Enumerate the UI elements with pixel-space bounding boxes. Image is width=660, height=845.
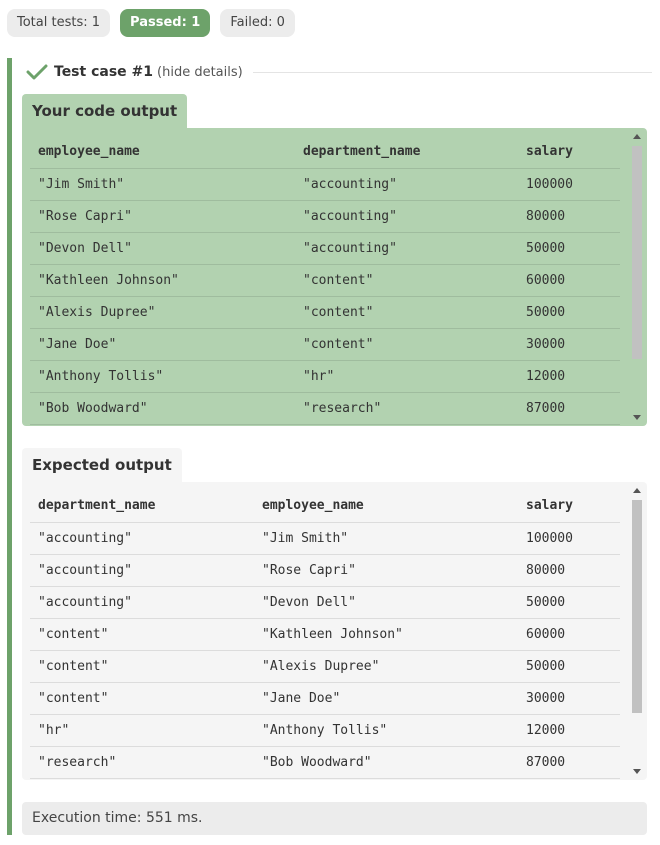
table-cell: "Anthony Tollis": [262, 723, 388, 738]
table-cell: "accounting": [303, 241, 397, 256]
expected-output-table: department_name employee_name salary "accou…: [30, 490, 620, 779]
your-output-scrollbar[interactable]: [631, 130, 643, 424]
table-cell: 100000: [526, 177, 573, 192]
table-cell: "research": [303, 401, 382, 416]
header-divider: [252, 71, 652, 73]
table-row: "Alexis Dupree" "content" 50000: [30, 297, 620, 329]
table-cell: "Kathleen Johnson": [262, 627, 403, 642]
table-row: "Kathleen Johnson" "content" 60000: [30, 265, 620, 297]
table-cell: "content": [303, 273, 374, 288]
table-row: "content" "Jane Doe" 30000: [30, 683, 620, 715]
column-header: department_name: [38, 498, 156, 513]
table-cell: "accounting": [303, 209, 397, 224]
scroll-thumb[interactable]: [632, 500, 642, 713]
table-row: "Jim Smith" "accounting" 100000: [30, 169, 620, 201]
table-row: "accounting" "Rose Capri" 80000: [30, 555, 620, 587]
table-cell: "Bob Woodward": [38, 401, 148, 416]
table-cell: "Alexis Dupree": [262, 659, 380, 674]
failed-tests-badge[interactable]: Failed: 0: [220, 9, 295, 37]
table-cell: "accounting": [38, 531, 132, 546]
table-row: "accounting" "Devon Dell" 50000: [30, 587, 620, 619]
table-cell: 80000: [526, 209, 566, 224]
table-cell: "Devon Dell": [262, 595, 356, 610]
passed-tests-badge[interactable]: Passed: 1: [120, 9, 211, 37]
table-cell: "Jane Doe": [262, 691, 341, 706]
column-header: employee_name: [38, 144, 140, 159]
test-case-header: Test case #1 (hide details): [26, 61, 652, 83]
test-case-panel: Test case #1 (hide details) Your code ou…: [7, 58, 652, 835]
test-case-title: Test case #1: [54, 64, 154, 80]
table-row: "Bob Woodward" "research" 87000: [30, 393, 620, 425]
execution-time: Execution time: 551 ms.: [22, 802, 647, 835]
table-cell: "Bob Woodward": [262, 755, 372, 770]
table-row: "Anthony Tollis" "hr" 12000: [30, 361, 620, 393]
table-row: "hr" "Anthony Tollis" 12000: [30, 715, 620, 747]
table-row: "Devon Dell" "accounting" 50000: [30, 233, 620, 265]
your-output-panel: employee_name department_name salary "Jim S…: [22, 128, 647, 426]
table-cell: "Rose Capri": [262, 563, 356, 578]
expected-output-tab: Expected output: [22, 448, 182, 482]
table-cell: 50000: [526, 659, 566, 674]
table-cell: "Alexis Dupree": [38, 305, 156, 320]
table-cell: 80000: [526, 563, 566, 578]
table-cell: 60000: [526, 273, 566, 288]
scroll-thumb[interactable]: [632, 146, 642, 359]
table-cell: "Jane Doe": [38, 337, 117, 352]
scroll-down-icon[interactable]: [633, 415, 641, 420]
table-cell: "content": [38, 691, 109, 706]
column-header: salary: [526, 498, 573, 513]
table-cell: 60000: [526, 627, 566, 642]
your-output-table: employee_name department_name salary "Jim S…: [30, 136, 620, 425]
table-cell: 12000: [526, 369, 566, 384]
table-cell: "accounting": [38, 595, 132, 610]
column-header: employee_name: [262, 498, 364, 513]
table-cell: 50000: [526, 305, 566, 320]
column-header: department_name: [303, 144, 421, 159]
checkmark-icon: [26, 64, 48, 80]
table-cell: "accounting": [303, 177, 397, 192]
table-row: "content" "Alexis Dupree" 50000: [30, 651, 620, 683]
table-cell: "content": [303, 337, 374, 352]
hide-details-link[interactable]: (hide details): [157, 65, 243, 80]
table-cell: "hr": [303, 369, 335, 384]
table-cell: "Anthony Tollis": [38, 369, 164, 384]
table-cell: 30000: [526, 337, 566, 352]
table-cell: 50000: [526, 241, 566, 256]
table-cell: 12000: [526, 723, 566, 738]
table-cell: "Jim Smith": [38, 177, 125, 192]
table-cell: 30000: [526, 691, 566, 706]
table-row: "content" "Kathleen Johnson" 60000: [30, 619, 620, 651]
your-output-tab: Your code output: [22, 94, 188, 128]
test-summary: Total tests: 1 Passed: 1 Failed: 0: [7, 9, 295, 37]
table-row: "accounting" "Jim Smith" 100000: [30, 523, 620, 555]
expected-output-scrollbar[interactable]: [631, 484, 643, 778]
table-row: "Rose Capri" "accounting" 80000: [30, 201, 620, 233]
table-cell: "research": [38, 755, 117, 770]
scroll-down-icon[interactable]: [633, 769, 641, 774]
table-cell: "content": [303, 305, 374, 320]
table-cell: 87000: [526, 755, 566, 770]
table-cell: "hr": [38, 723, 70, 738]
table-cell: 87000: [526, 401, 566, 416]
scroll-up-icon[interactable]: [633, 134, 641, 139]
table-cell: "content": [38, 659, 109, 674]
table-cell: 50000: [526, 595, 566, 610]
total-tests-badge[interactable]: Total tests: 1: [7, 9, 111, 37]
table-cell: "Kathleen Johnson": [38, 273, 179, 288]
table-cell: "Devon Dell": [38, 241, 132, 256]
column-header: salary: [526, 144, 573, 159]
table-row: "research" "Bob Woodward" 87000: [30, 747, 620, 779]
table-cell: 100000: [526, 531, 573, 546]
table-row: "Jane Doe" "content" 30000: [30, 329, 620, 361]
table-cell: "accounting": [38, 563, 132, 578]
table-cell: "content": [38, 627, 109, 642]
table-cell: "Rose Capri": [38, 209, 132, 224]
expected-output-panel: department_name employee_name salary "accou…: [22, 482, 647, 780]
scroll-up-icon[interactable]: [633, 488, 641, 493]
table-header-row: employee_name department_name salary: [30, 136, 620, 169]
table-cell: "Jim Smith": [262, 531, 349, 546]
table-header-row: department_name employee_name salary: [30, 490, 620, 523]
